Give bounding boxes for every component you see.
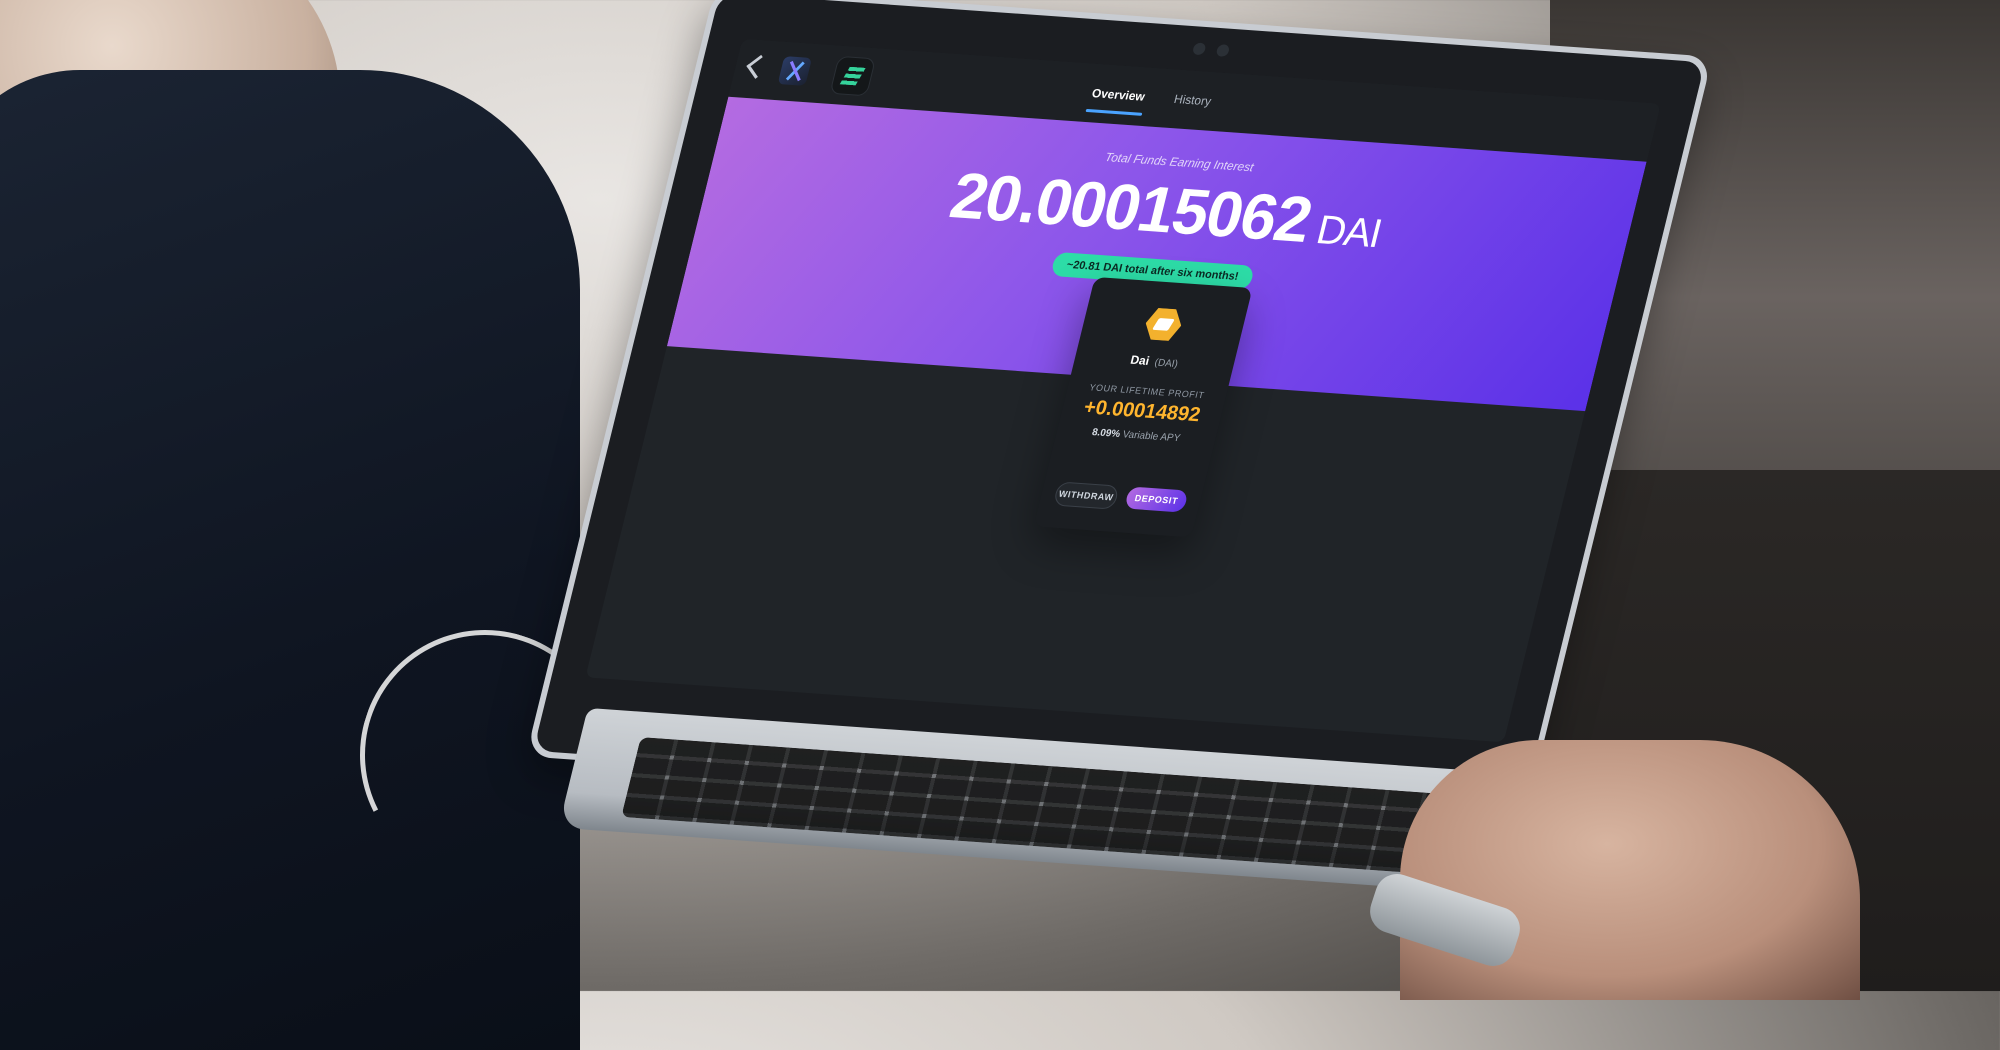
tab-label: Overview <box>1090 86 1147 104</box>
withdraw-button[interactable]: WITHDRAW <box>1052 481 1120 510</box>
tabs: Overview History <box>1085 82 1215 121</box>
apy-label: Variable APY <box>1121 429 1182 445</box>
app-logo-icon[interactable] <box>829 55 877 97</box>
tab-history[interactable]: History <box>1168 88 1216 121</box>
hero-amount-unit: DAI <box>1312 207 1386 257</box>
apy-value: 8.09% <box>1090 427 1122 441</box>
camera-dot <box>1215 44 1231 57</box>
camera-dot <box>1191 42 1207 56</box>
dai-coin-icon <box>1141 305 1185 343</box>
app-logo-bars-icon <box>839 66 866 86</box>
asset-name-row: Dai (DAI) <box>1074 349 1235 374</box>
asset-ticker: (DAI) <box>1153 357 1180 370</box>
asset-name: Dai <box>1128 352 1151 368</box>
tab-overview[interactable]: Overview <box>1085 82 1149 116</box>
laptop-screen: Overview History Total Funds Earning Int… <box>585 38 1661 743</box>
laptop-lid: Overview History Total Funds Earning Int… <box>525 0 1713 827</box>
deposit-button[interactable]: DEPOSIT <box>1124 486 1189 513</box>
tab-label: History <box>1172 91 1213 109</box>
hand <box>1400 740 1860 1000</box>
apy: 8.09% Variable APY <box>1056 425 1216 447</box>
asset-actions: WITHDRAW DEPOSIT <box>1052 481 1189 514</box>
back-chevron-icon[interactable] <box>746 54 771 79</box>
brand-mark-icon <box>777 56 813 86</box>
